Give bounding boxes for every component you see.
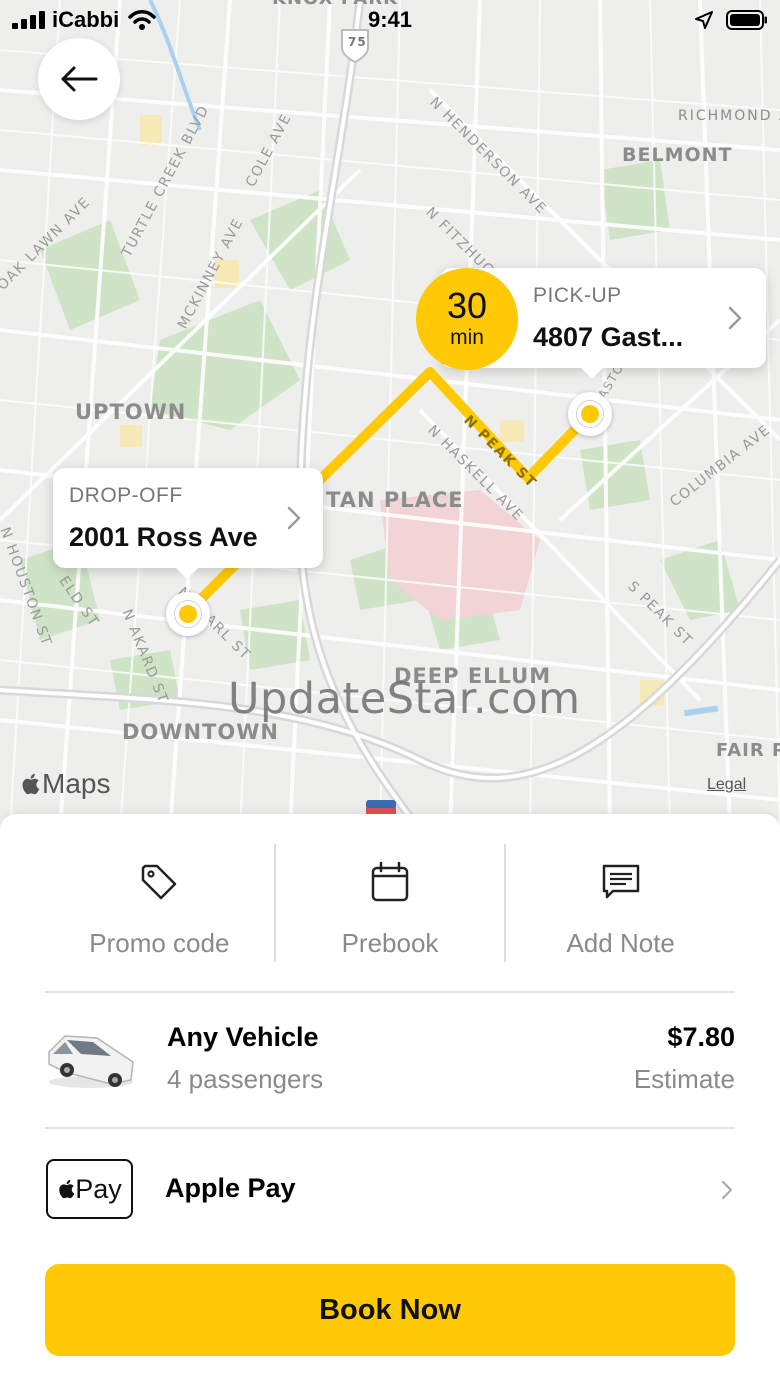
apple-logo-icon <box>59 1179 75 1199</box>
fare-estimate-label: Estimate <box>633 1064 735 1094</box>
tag-icon <box>142 864 177 900</box>
dropoff-pin <box>166 592 210 636</box>
add-note-button[interactable]: Add Note <box>504 844 735 962</box>
promo-code-label: Promo code <box>89 928 230 958</box>
calendar-icon <box>371 861 409 902</box>
add-note-label: Add Note <box>566 928 675 958</box>
eta-value: 30 <box>446 285 488 326</box>
apple-maps-logo: Maps <box>20 768 110 800</box>
chevron-right-icon <box>287 506 301 530</box>
map-label-uptown: UPTOWN <box>75 400 187 424</box>
legal-link[interactable]: Legal <box>707 776 746 794</box>
back-button[interactable] <box>38 38 120 120</box>
dropoff-address: 2001 Ross Ave <box>69 522 258 552</box>
map-label-richmond: RICHMOND A <box>678 108 780 124</box>
note-icon <box>602 864 639 899</box>
chevron-right-icon <box>728 306 742 330</box>
booking-sheet: Promo code Prebook Add Note Any Vehicle … <box>0 814 780 1387</box>
watermark: UpdateStar.com <box>228 674 581 724</box>
divider <box>45 1127 735 1129</box>
promo-code-button[interactable]: Promo code <box>45 844 274 962</box>
apple-logo-icon <box>22 773 40 795</box>
payment-method-row[interactable]: Pay Apple Pay <box>45 1154 735 1224</box>
book-now-button[interactable]: Book Now <box>45 1264 735 1356</box>
map-label-fair-park: FAIR PA <box>716 740 780 761</box>
vehicle-passengers: 4 passengers <box>167 1064 324 1094</box>
prebook-button[interactable]: Prebook <box>273 844 505 962</box>
map-label-belmont: BELMONT <box>622 144 733 166</box>
location-arrow-icon <box>695 11 713 29</box>
eta-unit: min <box>450 326 484 349</box>
vehicle-row[interactable]: Any Vehicle 4 passengers $7.80 Estimate <box>45 1010 735 1116</box>
chevron-right-icon <box>721 1180 733 1200</box>
divider <box>45 991 735 993</box>
map-view[interactable]: KNOX PARK RICHMOND A BELMONT UPTOWN TAN … <box>0 0 780 830</box>
arrow-left-icon <box>61 66 98 92</box>
pickup-callout-tail <box>580 367 604 379</box>
status-time: 9:41 <box>367 7 413 32</box>
pickup-address: 4807 Gast... <box>533 322 684 352</box>
dropoff-title: DROP-OFF <box>69 484 183 507</box>
battery-icon <box>726 10 767 30</box>
maps-brand-label: Maps <box>42 768 111 799</box>
dropoff-callout-tail <box>175 567 199 579</box>
booking-options: Promo code Prebook Add Note <box>45 844 735 962</box>
dropoff-callout[interactable]: DROP-OFF 2001 Ross Ave <box>53 468 323 579</box>
apple-pay-badge-text: Pay <box>75 1173 122 1204</box>
car-icon <box>48 1035 134 1088</box>
pickup-pin <box>568 392 612 436</box>
apple-pay-badge: Pay <box>46 1159 133 1219</box>
fare-price: $7.80 <box>667 1022 735 1052</box>
pickup-title: PICK-UP <box>533 284 622 307</box>
prebook-label: Prebook <box>341 928 439 958</box>
map-label-tan-place: TAN PLACE <box>326 488 464 512</box>
status-bar: iCabbi 9:41 <box>0 0 780 40</box>
eta-bubble: 30 min <box>416 268 518 370</box>
payment-method-label: Apple Pay <box>165 1173 296 1203</box>
vehicle-name: Any Vehicle <box>167 1022 319 1052</box>
